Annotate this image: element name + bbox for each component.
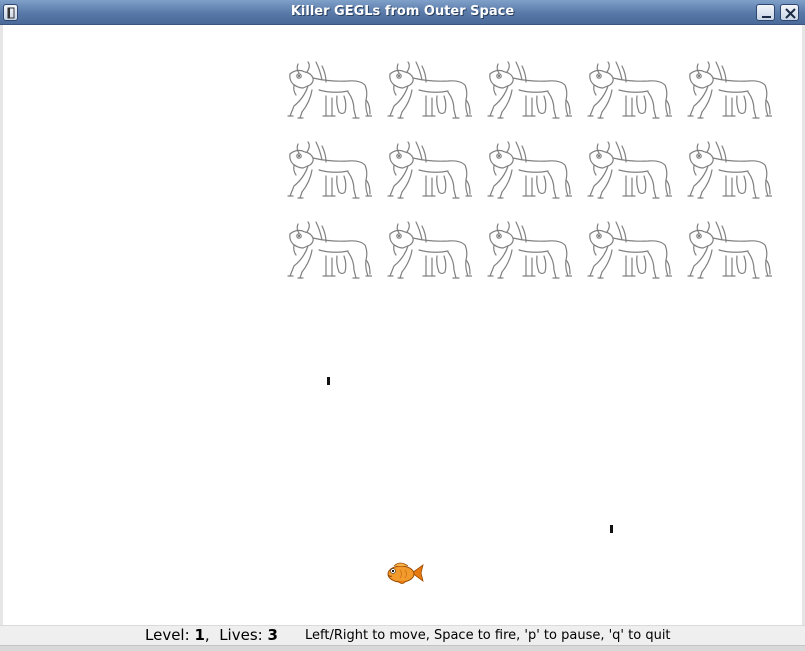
bullet bbox=[610, 525, 613, 533]
goat-icon bbox=[486, 220, 573, 282]
goat-icon bbox=[286, 140, 373, 202]
goat-icon bbox=[486, 60, 573, 122]
status-separator: , bbox=[204, 626, 210, 644]
goat-icon bbox=[686, 60, 773, 122]
goat-icon bbox=[286, 220, 373, 282]
goat-icon bbox=[686, 140, 773, 202]
goat-icon bbox=[386, 60, 473, 122]
minimize-button[interactable] bbox=[756, 4, 775, 21]
close-icon bbox=[785, 8, 796, 19]
goat-icon bbox=[486, 140, 573, 202]
controls-help-text: Left/Right to move, Space to fire, 'p' t… bbox=[305, 628, 671, 643]
goat-icon bbox=[686, 220, 773, 282]
status-bar: Level: 1, Lives: 3 Left/Right to move, S… bbox=[0, 625, 805, 645]
title-bar[interactable]: Killer GEGLs from Outer Space bbox=[0, 0, 805, 25]
goldfish-icon bbox=[387, 562, 424, 584]
game-canvas[interactable] bbox=[3, 25, 802, 625]
bullet bbox=[327, 377, 330, 385]
goat-icon bbox=[386, 220, 473, 282]
lives-label: Lives: bbox=[219, 626, 263, 644]
goat-icon bbox=[586, 60, 673, 122]
level-lives-display: Level: 1, Lives: 3 bbox=[145, 626, 278, 644]
close-button[interactable] bbox=[780, 4, 799, 21]
minimize-icon bbox=[762, 16, 771, 18]
level-label: Level: bbox=[145, 626, 190, 644]
goat-icon bbox=[586, 140, 673, 202]
window-title: Killer GEGLs from Outer Space bbox=[290, 4, 515, 19]
window-bottom-edge bbox=[0, 645, 805, 651]
goat-icon bbox=[386, 140, 473, 202]
goat-icon bbox=[286, 60, 373, 122]
lives-value: 3 bbox=[267, 626, 278, 644]
goat-icon bbox=[586, 220, 673, 282]
level-value: 1 bbox=[194, 626, 205, 644]
